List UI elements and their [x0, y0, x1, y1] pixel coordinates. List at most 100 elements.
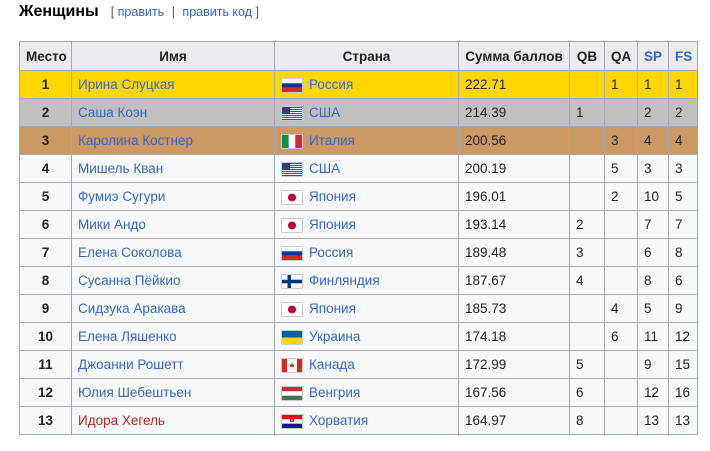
country-cell: США [274, 98, 459, 127]
sp-cell: 12 [637, 378, 669, 407]
place-cell: 10 [19, 322, 72, 351]
table-row: 11 Джоанни Рошетт Канада 172.99 5 9 15 [19, 350, 698, 379]
edit-bracket-close: ] [255, 5, 259, 19]
athlete-link[interactable]: Мишель Кван [78, 161, 163, 176]
place-cell: 8 [19, 266, 72, 295]
japan-flag-icon [281, 301, 303, 317]
qa-cell: 1 [604, 70, 638, 99]
place-cell: 4 [19, 154, 72, 183]
athlete-link[interactable]: Фумиэ Сугури [78, 189, 165, 204]
place-cell: 12 [19, 378, 72, 407]
country-link[interactable]: Япония [309, 217, 356, 232]
sp-cell: 7 [637, 210, 669, 239]
sp-cell: 4 [637, 126, 669, 155]
name-cell: Юлия Шебештьен [71, 378, 275, 407]
table-row: 8 Сусанна Пёйкио Финляндия 187.67 4 8 6 [19, 266, 698, 295]
athlete-link[interactable]: Елена Ляшенко [78, 329, 177, 344]
fs-cell: 1 [668, 70, 698, 99]
qb-cell [569, 322, 605, 351]
table-row: 6 Мики Андо Япония 193.14 2 7 7 [19, 210, 698, 239]
table-row: 13 Идора Хегель Хорватия 164.97 8 13 13 [19, 406, 698, 435]
fs-cell: 5 [668, 182, 698, 211]
country-cell: Япония [274, 294, 459, 323]
score-cell: 193.14 [458, 210, 570, 239]
qa-cell: 3 [604, 126, 638, 155]
score-cell: 187.67 [458, 266, 570, 295]
fs-cell: 12 [668, 322, 698, 351]
header-name: Имя [71, 41, 275, 71]
header-sp-link[interactable]: SP [637, 41, 669, 71]
name-cell: Фумиэ Сугури [71, 182, 275, 211]
country-link[interactable]: Венгрия [309, 385, 360, 400]
athlete-link[interactable]: Сидзука Аракава [78, 301, 186, 316]
finland-flag-icon [281, 273, 303, 289]
athlete-link[interactable]: Юлия Шебештьен [78, 385, 191, 400]
athlete-link[interactable]: Елена Соколова [78, 245, 182, 260]
sp-cell: 3 [637, 154, 669, 183]
header-qb: QB [569, 41, 605, 71]
fs-cell: 13 [668, 406, 698, 435]
place-cell: 1 [19, 70, 72, 99]
name-cell: Елена Соколова [71, 238, 275, 267]
japan-flag-icon [281, 189, 303, 205]
russia-flag-icon [281, 77, 303, 93]
name-cell: Ирина Слуцкая [71, 70, 275, 99]
table-row: 5 Фумиэ Сугури Япония 196.01 2 10 5 [19, 182, 698, 211]
country-cell: Украина [274, 322, 459, 351]
score-cell: 196.01 [458, 182, 570, 211]
header-fs-link[interactable]: FS [668, 41, 698, 71]
athlete-link[interactable]: Сусанна Пёйкио [78, 273, 180, 288]
qa-cell [604, 378, 638, 407]
country-cell: Венгрия [274, 378, 459, 407]
sp-cell: 1 [637, 70, 669, 99]
table-row: 2 Саша Коэн США 214.39 1 2 2 [19, 98, 698, 127]
name-cell: Сидзука Аракава [71, 294, 275, 323]
athlete-link[interactable]: Каролина Костнер [78, 133, 193, 148]
country-link[interactable]: Япония [309, 189, 356, 204]
place-cell: 13 [19, 406, 72, 435]
qb-cell: 2 [569, 210, 605, 239]
table-row: 12 Юлия Шебештьен Венгрия 167.56 6 12 16 [19, 378, 698, 407]
section-heading: Женщины [ править | править код ] [19, 3, 259, 27]
qb-cell [569, 182, 605, 211]
italy-flag-icon [281, 133, 303, 149]
sp-cell: 10 [637, 182, 669, 211]
score-cell: 200.19 [458, 154, 570, 183]
country-cell: Россия [274, 70, 459, 99]
table-row: 9 Сидзука Аракава Япония 185.73 4 5 9 [19, 294, 698, 323]
athlete-link[interactable]: Мики Андо [78, 217, 146, 232]
qb-cell: 6 [569, 378, 605, 407]
country-link[interactable]: Хорватия [309, 413, 368, 428]
edit-bracket-open: [ [110, 5, 115, 19]
fs-cell: 3 [668, 154, 698, 183]
edit-link[interactable]: править [118, 5, 165, 19]
country-cell: Хорватия [274, 406, 459, 435]
country-link[interactable]: Финляндия [309, 273, 380, 288]
table-row: 4 Мишель Кван США 200.19 5 3 3 [19, 154, 698, 183]
country-link[interactable]: Россия [309, 77, 353, 92]
score-cell: 185.73 [458, 294, 570, 323]
name-cell: Идора Хегель [71, 406, 275, 435]
country-link[interactable]: США [309, 105, 340, 120]
athlete-link[interactable]: Ирина Слуцкая [78, 77, 175, 92]
country-link[interactable]: Украина [309, 329, 360, 344]
country-link[interactable]: США [309, 161, 340, 176]
russia-flag-icon [281, 245, 303, 261]
athlete-link[interactable]: Идора Хегель [78, 413, 165, 428]
qa-cell: 5 [604, 154, 638, 183]
score-cell: 172.99 [458, 350, 570, 379]
qb-cell [569, 294, 605, 323]
country-link[interactable]: Италия [309, 133, 355, 148]
country-cell: Канада [274, 350, 459, 379]
country-cell: Россия [274, 238, 459, 267]
country-link[interactable]: Япония [309, 301, 356, 316]
score-cell: 214.39 [458, 98, 570, 127]
country-link[interactable]: Канада [309, 357, 355, 372]
name-cell: Сусанна Пёйкио [71, 266, 275, 295]
athlete-link[interactable]: Джоанни Рошетт [78, 357, 184, 372]
qa-cell [604, 238, 638, 267]
athlete-link[interactable]: Саша Коэн [78, 105, 147, 120]
country-cell: Япония [274, 210, 459, 239]
edit-code-link[interactable]: править код [182, 5, 252, 19]
country-link[interactable]: Россия [309, 245, 353, 260]
